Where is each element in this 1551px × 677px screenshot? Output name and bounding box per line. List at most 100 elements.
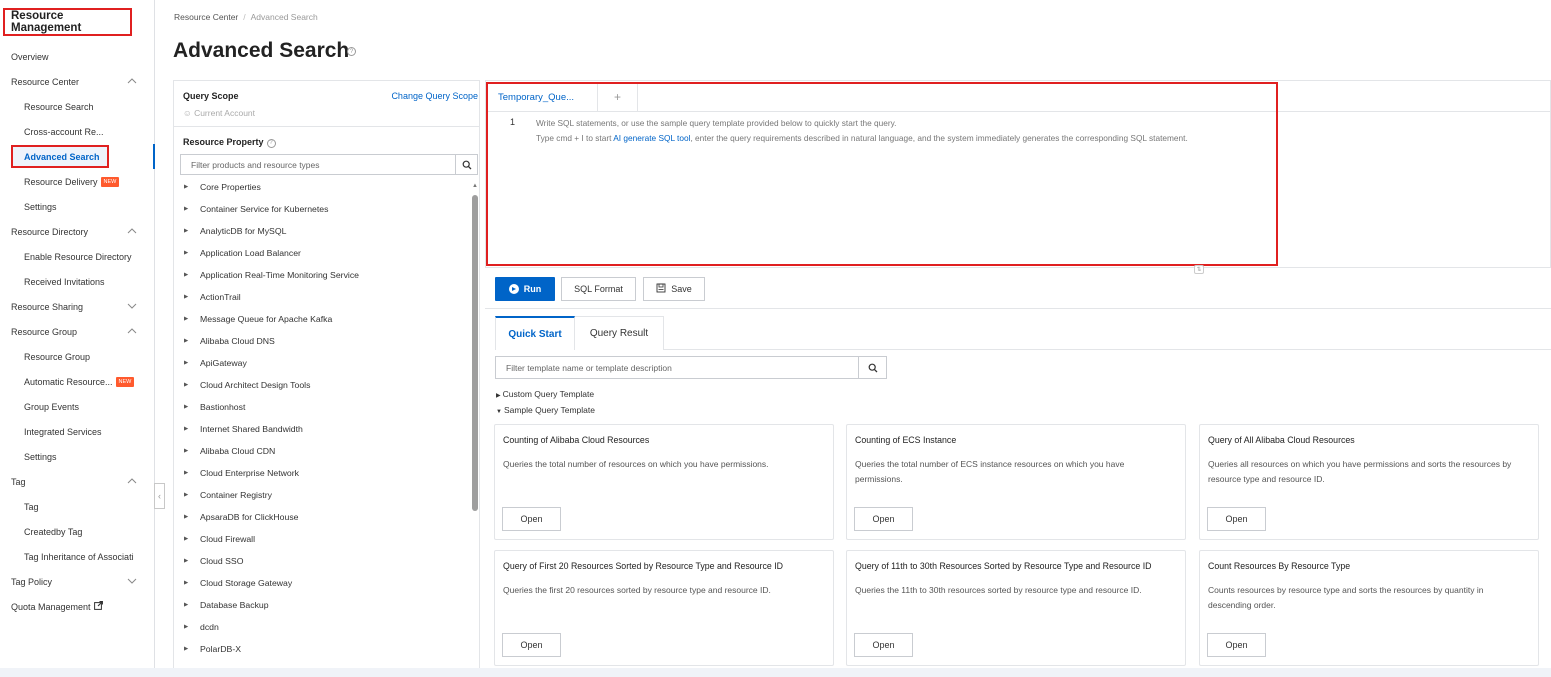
sidebar-item-settings[interactable]: Settings: [0, 194, 155, 219]
tree-item[interactable]: ▶ Bastionhost: [184, 402, 245, 412]
tree-item[interactable]: ▶ Cloud Storage Gateway: [184, 578, 292, 588]
open-template-button[interactable]: Open: [1207, 507, 1266, 531]
sql-format-button[interactable]: SQL Format: [561, 277, 636, 301]
chevron-down-icon[interactable]: [127, 576, 137, 586]
help-icon[interactable]: ?: [266, 139, 276, 148]
sidebar-item-integrated-services[interactable]: Integrated Services: [0, 419, 155, 444]
caret-right-icon[interactable]: ▶: [184, 294, 200, 300]
resource-filter-input[interactable]: Filter products and resource types: [180, 154, 478, 175]
open-template-button[interactable]: Open: [502, 633, 561, 657]
brand-title[interactable]: Resource Management: [3, 8, 132, 36]
chevron-up-icon[interactable]: [127, 476, 137, 486]
custom-query-template-toggle[interactable]: ▶ Custom Query Template: [496, 389, 594, 399]
sidebar-item-settings[interactable]: Settings: [0, 444, 155, 469]
run-button[interactable]: Run: [495, 277, 555, 301]
caret-right-icon[interactable]: ▶: [184, 184, 200, 190]
tree-item[interactable]: ▶ ApiGateway: [184, 358, 247, 368]
sidebar-item-quota-management[interactable]: Quota Management: [0, 594, 155, 619]
sidebar-item-tag-inheritance-of-associati[interactable]: Tag Inheritance of Associati: [0, 544, 155, 569]
open-template-button[interactable]: Open: [854, 507, 913, 531]
tree-scrollbar[interactable]: ▲: [471, 181, 479, 677]
sidebar-item-received-invitations[interactable]: Received Invitations: [0, 269, 155, 294]
tree-item[interactable]: ▶ Alibaba Cloud DNS: [184, 336, 275, 346]
sidebar-item-resource-group[interactable]: Resource Group: [0, 344, 155, 369]
sidebar-item-advanced-search[interactable]: Advanced Search: [0, 144, 155, 169]
caret-right-icon[interactable]: ▶: [184, 338, 200, 344]
chevron-down-icon[interactable]: [127, 301, 137, 311]
caret-right-icon[interactable]: ▶: [184, 250, 200, 256]
tree-item[interactable]: ▶ Alibaba Cloud CDN: [184, 446, 275, 456]
chevron-up-icon[interactable]: [127, 76, 137, 86]
sidebar-item-tag[interactable]: Tag: [0, 469, 155, 494]
caret-right-icon[interactable]: ▶: [184, 492, 200, 498]
caret-right-icon[interactable]: ▶: [184, 602, 200, 608]
change-query-scope-link[interactable]: Change Query Scope: [391, 91, 478, 101]
sidebar-item-resource-search[interactable]: Resource Search: [0, 94, 155, 119]
caret-right-icon[interactable]: ▶: [184, 228, 200, 234]
caret-right-icon[interactable]: ▶: [184, 382, 200, 388]
tree-item[interactable]: ▶ dcdn: [184, 622, 219, 632]
caret-right-icon[interactable]: ▶: [184, 360, 200, 366]
tree-item[interactable]: ▶ Message Queue for Apache Kafka: [184, 314, 332, 324]
sidebar-item-enable-resource-directory[interactable]: Enable Resource Directory: [0, 244, 155, 269]
caret-right-icon[interactable]: ▶: [184, 646, 200, 652]
caret-right-icon[interactable]: ▶: [184, 536, 200, 542]
search-icon[interactable]: [455, 155, 477, 174]
caret-right-icon[interactable]: ▶: [184, 580, 200, 586]
tree-item[interactable]: ▶ Database Backup: [184, 600, 269, 610]
caret-right-icon[interactable]: ▶: [184, 470, 200, 476]
caret-right-icon[interactable]: ▶: [184, 206, 200, 212]
caret-right-icon[interactable]: ▶: [184, 624, 200, 630]
tree-item[interactable]: ▶ AnalyticDB for MySQL: [184, 226, 286, 236]
sidebar-item-automatic-resource[interactable]: Automatic Resource... NEW: [0, 369, 155, 394]
open-template-button[interactable]: Open: [1207, 633, 1266, 657]
sidebar-item-overview[interactable]: Overview: [0, 44, 155, 69]
scroll-up-icon[interactable]: ▲: [472, 183, 478, 189]
sample-query-template-toggle[interactable]: ▼ Sample Query Template: [496, 405, 595, 415]
tree-item[interactable]: ▶ Container Registry: [184, 490, 272, 500]
sidebar-item-tag[interactable]: Tag: [0, 494, 155, 519]
tree-item[interactable]: ▶ Internet Shared Bandwidth: [184, 424, 303, 434]
caret-right-icon[interactable]: ▶: [184, 426, 200, 432]
breadcrumb-root[interactable]: Resource Center: [174, 12, 238, 22]
sidebar-item-resource-sharing[interactable]: Resource Sharing: [0, 294, 155, 319]
caret-right-icon[interactable]: ▶: [184, 272, 200, 278]
caret-right-icon[interactable]: ▶: [184, 316, 200, 322]
tree-item[interactable]: ▶ PolarDB-X: [184, 644, 241, 654]
tree-item[interactable]: ▶ Core Properties: [184, 182, 261, 192]
chevron-up-icon[interactable]: [127, 226, 137, 236]
tree-item[interactable]: ▶ Cloud Enterprise Network: [184, 468, 299, 478]
open-template-button[interactable]: Open: [502, 507, 561, 531]
sidebar-item-group-events[interactable]: Group Events: [0, 394, 155, 419]
resize-handle-icon[interactable]: ⇅: [1194, 265, 1204, 274]
sidebar-item-resource-center[interactable]: Resource Center: [0, 69, 155, 94]
tree-item[interactable]: ▶ Container Service for Kubernetes: [184, 204, 328, 214]
caret-right-icon[interactable]: ▶: [184, 448, 200, 454]
caret-right-icon[interactable]: ▶: [184, 558, 200, 564]
tree-item[interactable]: ▶ Cloud Architect Design Tools: [184, 380, 310, 390]
tree-item[interactable]: ▶ Application Load Balancer: [184, 248, 301, 258]
sidebar-item-createdby-tag[interactable]: Createdby Tag: [0, 519, 155, 544]
sidebar-item-tag-policy[interactable]: Tag Policy: [0, 569, 155, 594]
tree-item[interactable]: ▶ ApsaraDB for ClickHouse: [184, 512, 299, 522]
template-filter-input[interactable]: Filter template name or template descrip…: [495, 356, 887, 379]
save-button[interactable]: Save: [643, 277, 705, 301]
help-icon[interactable]: ?: [347, 47, 356, 56]
sidebar-item-resource-group[interactable]: Resource Group: [0, 319, 155, 344]
tree-item[interactable]: ▶ ActionTrail: [184, 292, 241, 302]
sidebar-item-resource-delivery[interactable]: Resource Delivery NEW: [0, 169, 155, 194]
chevron-up-icon[interactable]: [127, 326, 137, 336]
tab-quick-start[interactable]: Quick Start: [495, 316, 575, 350]
open-template-button[interactable]: Open: [854, 633, 913, 657]
tree-item[interactable]: ▶ Cloud Firewall: [184, 534, 255, 544]
sidebar-item-resource-directory[interactable]: Resource Directory: [0, 219, 155, 244]
tree-item[interactable]: ▶ Application Real-Time Monitoring Servic…: [184, 270, 359, 280]
scrollbar-thumb[interactable]: [472, 195, 478, 511]
tree-item[interactable]: ▶ Cloud SSO: [184, 556, 243, 566]
search-icon[interactable]: [858, 357, 886, 378]
caret-right-icon[interactable]: ▶: [184, 514, 200, 520]
sidebar-item-cross-account-re[interactable]: Cross-account Re...: [0, 119, 155, 144]
sidebar-collapse-button[interactable]: ‹: [154, 483, 165, 509]
caret-right-icon[interactable]: ▶: [184, 404, 200, 410]
tab-query-result[interactable]: Query Result: [575, 316, 664, 350]
